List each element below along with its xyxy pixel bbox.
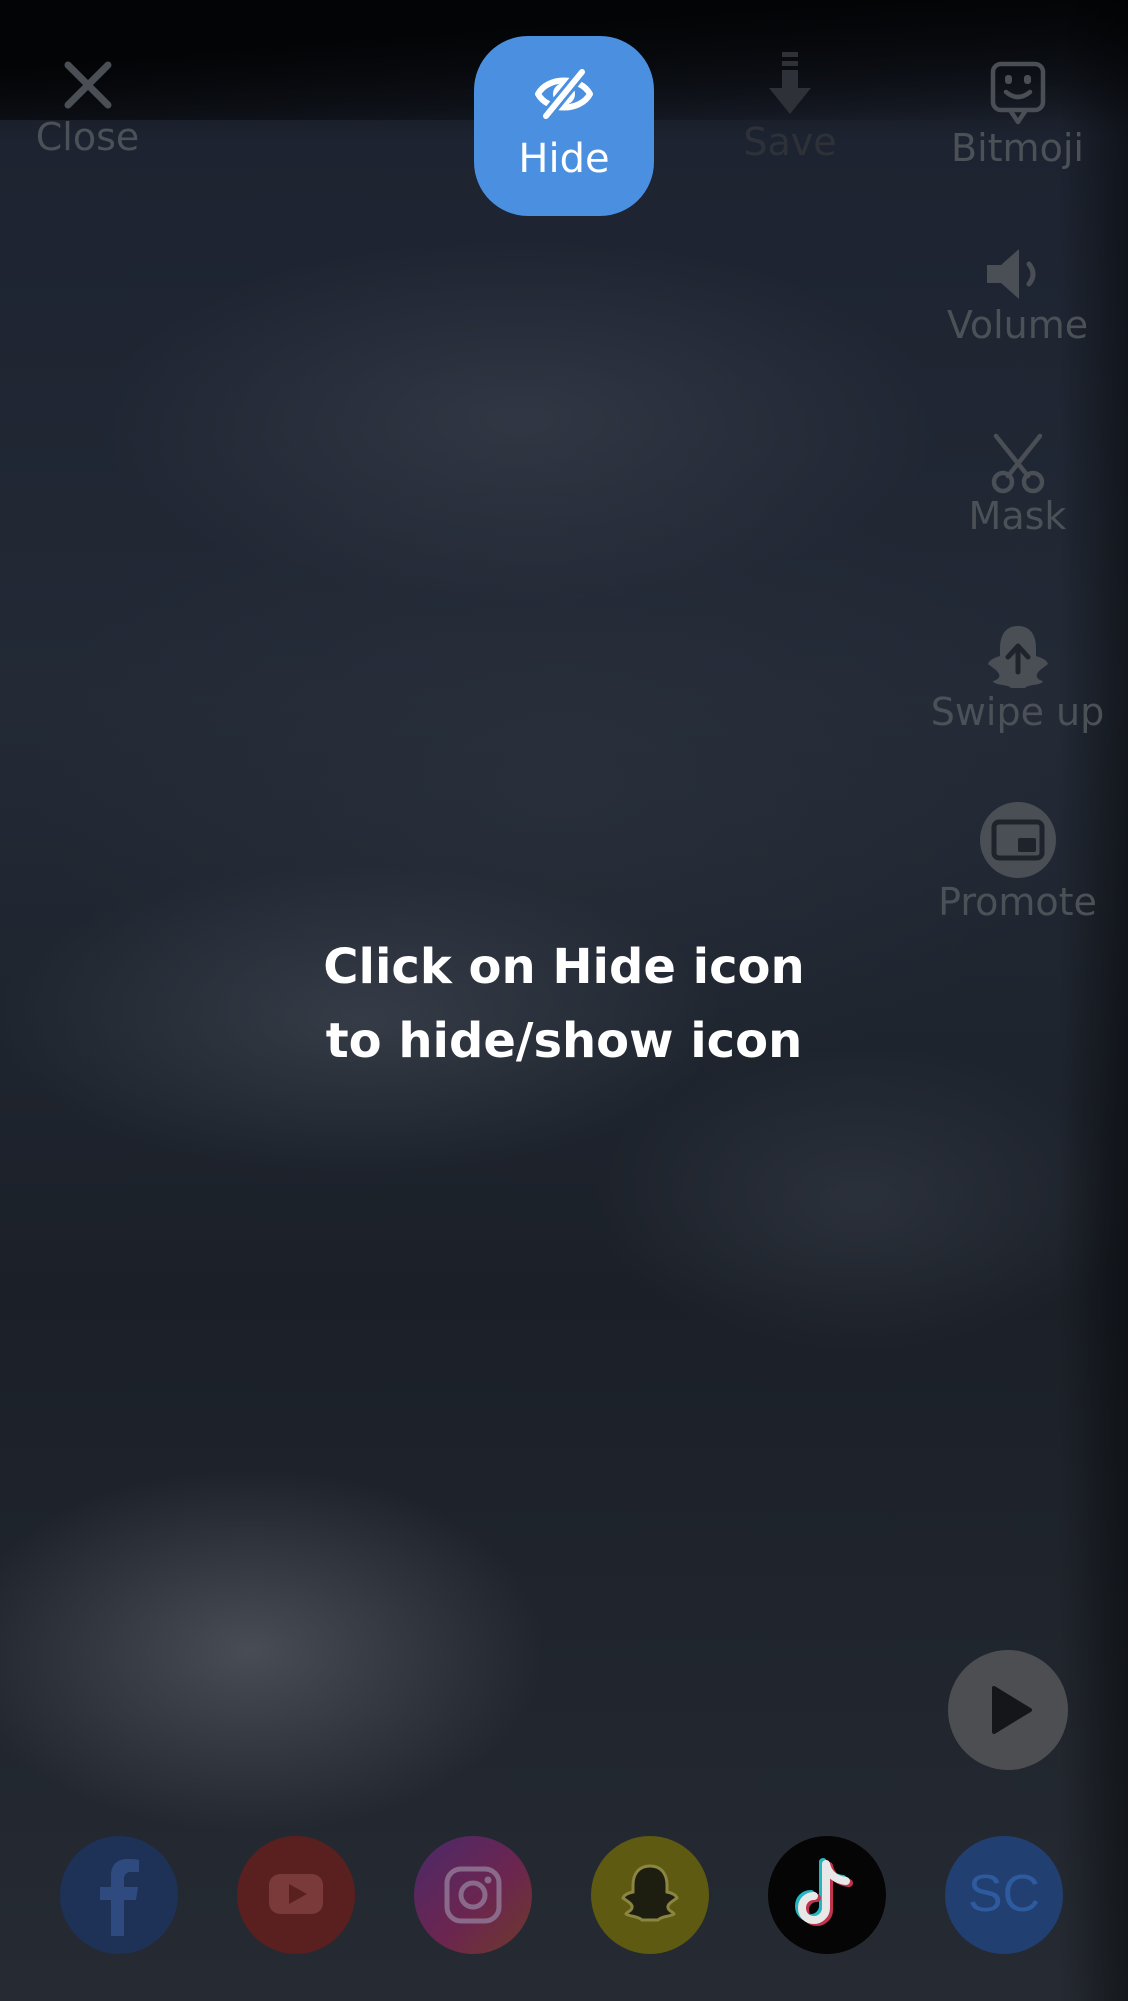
swipe-up-ghost-icon [987, 626, 1048, 688]
facebook-share-button[interactable] [60, 1836, 178, 1954]
download-icon [769, 52, 811, 114]
volume-icon [986, 249, 1035, 299]
play-button[interactable] [948, 1650, 1068, 1770]
promote-label: Promote [938, 880, 1097, 924]
facebook-icon [100, 1859, 139, 1936]
save-label: Save [743, 120, 837, 164]
scissors-icon [991, 433, 1044, 494]
hint-line-2: to hide/show icon [325, 1013, 803, 1069]
swipe-up-button[interactable]: Swipe up [930, 622, 1105, 734]
snapchat-share-button[interactable] [591, 1836, 709, 1954]
picture-in-picture-icon [979, 802, 1056, 878]
tiktok-icon [794, 1858, 853, 1927]
youtube-share-button[interactable] [237, 1836, 355, 1954]
hide-hint-text: Click on Hide icon to hide/show icon [214, 930, 914, 1078]
instagram-share-button[interactable] [414, 1836, 532, 1954]
play-icon [992, 1686, 1032, 1734]
promote-button[interactable]: Promote [930, 800, 1105, 924]
bitmoji-icon [990, 61, 1045, 125]
volume-button[interactable]: Volume [930, 245, 1105, 347]
volume-label: Volume [946, 303, 1089, 347]
save-button[interactable]: Save [720, 50, 860, 164]
eye-off-icon [535, 66, 593, 122]
mask-button[interactable]: Mask [930, 432, 1105, 538]
close-label: Close [35, 115, 140, 159]
bitmoji-button[interactable]: Bitmoji [930, 60, 1105, 170]
close-button[interactable]: Close [20, 55, 155, 159]
bitmoji-label: Bitmoji [951, 126, 1084, 170]
close-icon [64, 61, 111, 109]
mask-label: Mask [968, 494, 1067, 538]
youtube-icon [269, 1874, 323, 1914]
tiktok-share-button[interactable] [768, 1836, 886, 1954]
snapchat-ghost-icon [621, 1864, 679, 1922]
hide-label: Hide [518, 136, 610, 182]
story-editor-screen: Close Hide Save Bitmoji Volume Mask Swip… [0, 0, 1128, 2001]
soundcloud-share-button[interactable]: SC [945, 1836, 1063, 1954]
hint-line-1: Click on Hide icon [323, 939, 805, 995]
swipe-up-label: Swipe up [930, 690, 1105, 734]
instagram-icon [444, 1866, 502, 1924]
hide-button[interactable]: Hide [474, 36, 654, 216]
soundcloud-icon: SC [967, 1865, 1041, 1923]
